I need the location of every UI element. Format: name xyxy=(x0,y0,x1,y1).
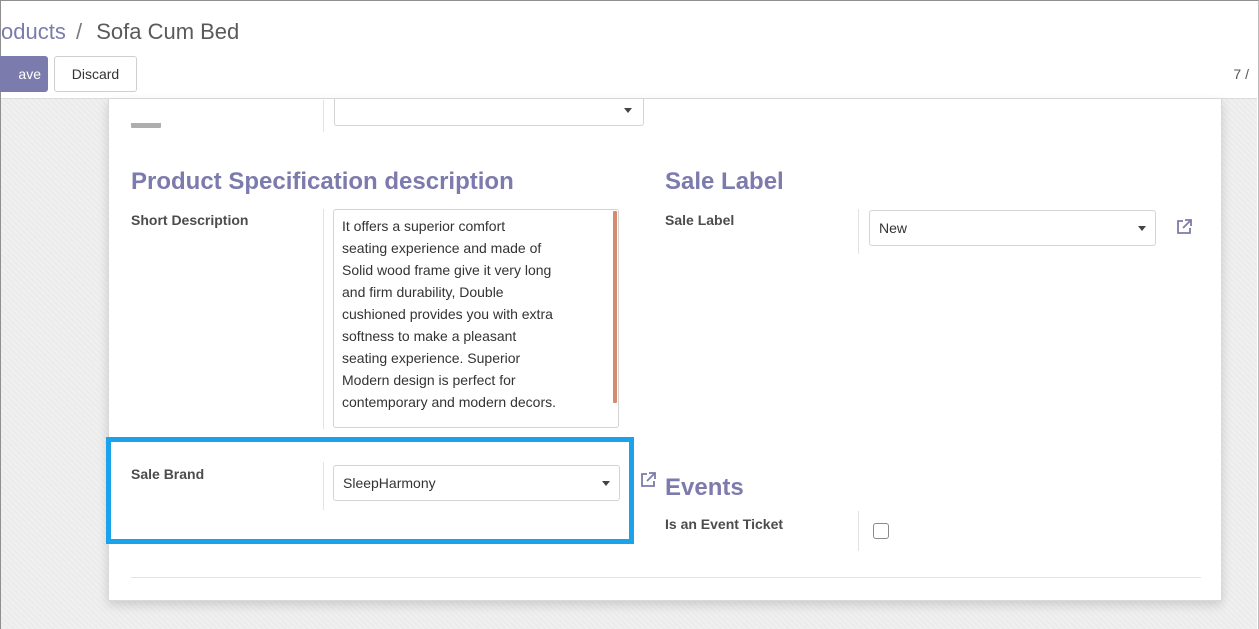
short-description-line: Solid wood frame give it very long xyxy=(342,262,552,278)
field-separator xyxy=(858,511,859,551)
short-description-line: It offers a superior comfort xyxy=(342,218,506,234)
short-description-line: contemporary and modern decors. xyxy=(342,394,556,410)
short-description-textarea[interactable]: It offers a superior comfort seating expe… xyxy=(333,209,619,428)
save-button[interactable]: ave xyxy=(0,56,48,92)
sale-label-value: New xyxy=(879,220,908,236)
breadcrumb-separator: / xyxy=(75,19,83,44)
sheet-divider xyxy=(131,577,1201,578)
short-description-line: Modern design is perfect for xyxy=(342,372,516,388)
short-description-text: It offers a superior comfort seating expe… xyxy=(342,215,604,413)
short-description-line: seating experience and made of xyxy=(342,240,542,256)
product-spec-title: Product Specification description xyxy=(131,168,514,195)
sale-brand-highlight xyxy=(106,437,634,544)
field-separator xyxy=(323,209,324,429)
event-ticket-checkbox[interactable] xyxy=(873,523,889,539)
events-title: Events xyxy=(665,474,744,501)
pager-value: 7 / xyxy=(1233,66,1249,82)
short-description-line: softness to make a pleasant xyxy=(342,328,517,344)
sale-label-select[interactable]: New xyxy=(869,210,1156,246)
caret-down-icon xyxy=(1138,226,1146,231)
breadcrumb-current: Sofa Cum Bed xyxy=(96,19,240,44)
sale-label-field-label: Sale Label xyxy=(665,212,735,228)
breadcrumb-products-link[interactable]: oducts xyxy=(1,19,66,44)
clipped-select[interactable] xyxy=(334,99,644,126)
clipped-field-label xyxy=(131,122,161,128)
field-separator xyxy=(323,100,324,132)
external-link-icon[interactable] xyxy=(1174,217,1194,237)
discard-button[interactable]: Discard xyxy=(54,56,137,92)
breadcrumb: oducts / Sofa Cum Bed xyxy=(1,19,239,45)
event-ticket-label: Is an Event Ticket xyxy=(665,516,784,532)
external-link-icon[interactable] xyxy=(638,470,658,490)
sale-label-title: Sale Label xyxy=(665,168,784,195)
field-separator xyxy=(858,209,859,254)
caret-down-icon xyxy=(624,108,632,113)
control-panel: oducts / Sofa Cum Bed ave Discard 7 / xyxy=(0,1,1257,99)
short-description-line: seating experience. Superior xyxy=(342,350,521,366)
short-description-label: Short Description xyxy=(131,212,249,228)
short-description-line: cushioned provides you with extra xyxy=(342,306,553,322)
textarea-scrollbar[interactable] xyxy=(613,211,617,403)
short-description-line: and firm durability, Double xyxy=(342,284,504,300)
